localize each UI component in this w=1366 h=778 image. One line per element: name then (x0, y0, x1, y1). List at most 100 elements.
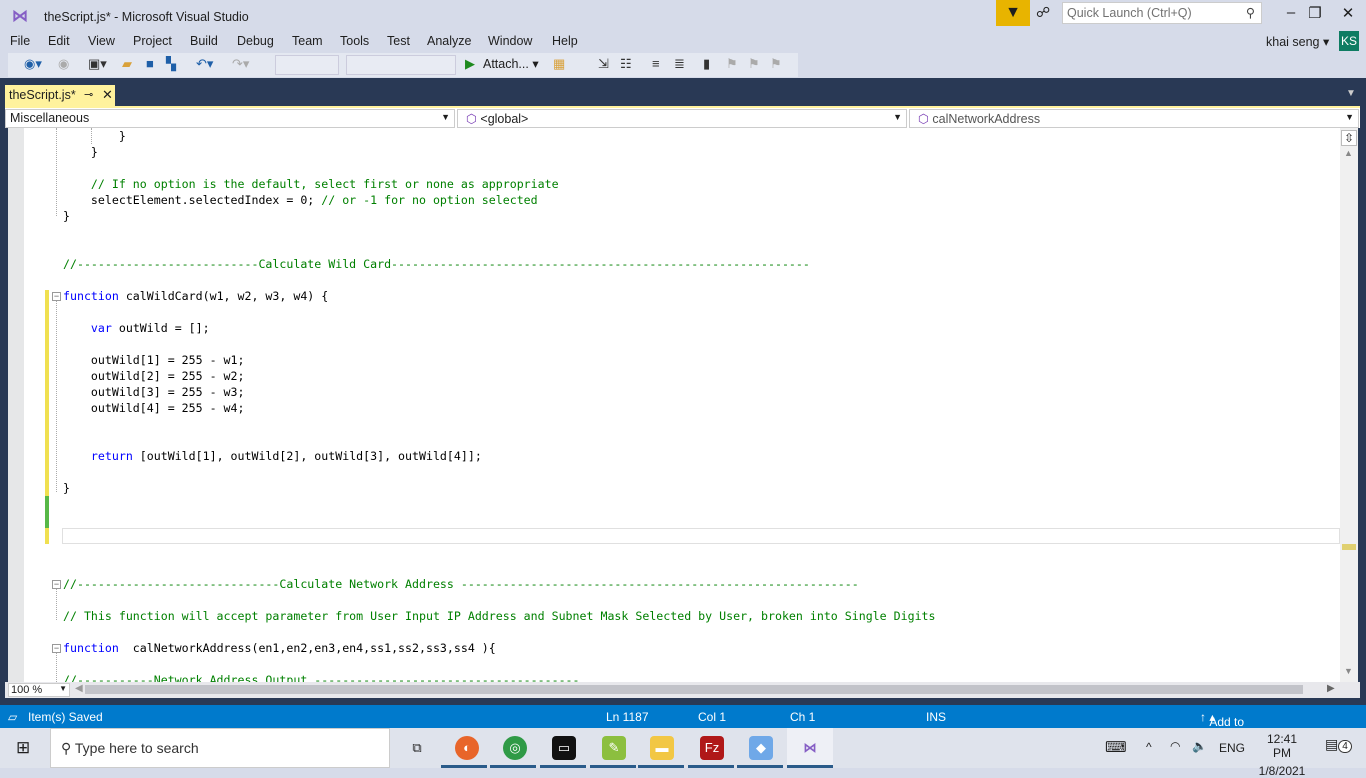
file-explorer-icon[interactable]: ▬ (650, 736, 674, 760)
open-file-icon[interactable]: ▰ (122, 56, 132, 72)
scroll-left-icon[interactable]: ◀ (75, 683, 83, 694)
visual-studio-taskbar-button[interactable]: ⋈ (787, 728, 833, 768)
wifi-icon[interactable]: ◠ (1170, 739, 1180, 753)
avatar[interactable]: KS (1339, 31, 1359, 51)
code-comment: // or -1 for no option selected (321, 193, 538, 207)
clock[interactable]: 12:41 PM 1/8/2021 (1257, 732, 1307, 778)
app-icon[interactable]: ◆ (749, 736, 773, 760)
code-text: selectElement.selectedIndex = 0; (63, 193, 322, 207)
origin-app-icon[interactable]: ◐ (455, 736, 479, 760)
code-keyword: var (90, 321, 112, 335)
close-button[interactable]: ✕ (1333, 4, 1363, 22)
menu-tools[interactable]: Tools (340, 34, 369, 48)
new-project-icon[interactable]: ▣▾ (88, 56, 107, 72)
menu-analyze[interactable]: Analyze (427, 34, 471, 48)
menu-debug[interactable]: Debug (237, 34, 274, 48)
collapse-icon[interactable]: − (52, 580, 61, 589)
task-view-icon[interactable]: ⧉ (405, 736, 429, 760)
code-line: //-----------Network Address Output ----… (63, 672, 580, 682)
volume-icon[interactable]: 🔈 (1192, 739, 1207, 753)
project-dropdown[interactable]: Miscellaneous ▼ (5, 109, 455, 128)
menu-help[interactable]: Help (552, 34, 578, 48)
feedback-icon[interactable]: ☍ (1036, 4, 1050, 21)
zoom-dropdown[interactable]: 100 % ▼ (8, 683, 70, 697)
split-editor-icon[interactable]: ⇳ (1341, 130, 1357, 146)
current-line-highlight (62, 528, 1340, 544)
menu-project[interactable]: Project (133, 34, 172, 48)
redo-icon[interactable]: ↷▾ (232, 56, 249, 72)
save-all-icon[interactable]: ▚ (166, 56, 176, 72)
code-editor[interactable]: − − − } } // If no option is the default… (8, 128, 1358, 682)
close-tab-icon[interactable]: ✕ (102, 87, 113, 103)
find-in-files-icon[interactable]: ▦ (553, 56, 565, 72)
step-into-icon[interactable]: ⇲ (598, 56, 609, 72)
menu-view[interactable]: View (88, 34, 115, 48)
code-keyword: return (90, 449, 133, 463)
bookmark-icon[interactable]: ▮ (703, 56, 710, 72)
attach-button[interactable]: Attach... ▾ (483, 56, 539, 71)
collapse-icon[interactable]: − (52, 292, 61, 301)
tab-overflow-icon[interactable]: ▼ (1346, 88, 1356, 99)
windows-start-icon[interactable]: ⊞ (16, 738, 30, 758)
menu-test[interactable]: Test (387, 34, 410, 48)
saved-change-bar (45, 496, 49, 528)
show-hidden-icons-chevron-icon[interactable]: ^ (1146, 740, 1152, 754)
code-line: return [outWild[1], outWild[2], outWild[… (63, 448, 482, 464)
code-line: outWild[2] = 255 - w2; (63, 368, 245, 384)
scroll-up-icon[interactable]: ▲ (1344, 148, 1353, 158)
start-icon[interactable]: ▶ (465, 56, 475, 72)
code-line: } (63, 128, 126, 144)
clock-time: 12:41 PM (1266, 732, 1298, 760)
notepad-icon[interactable]: ✎ (602, 736, 626, 760)
member-dropdown[interactable]: ⬡ calNetworkAddress ▼ (909, 109, 1359, 128)
touch-keyboard-icon[interactable]: ⌨ (1105, 738, 1127, 756)
solution-platform-dropdown[interactable] (346, 55, 456, 75)
code-comment: //-----------------------------Calculate… (63, 577, 859, 591)
collapse-icon[interactable]: − (52, 644, 61, 653)
uncomment-icon[interactable]: ≣ (674, 56, 685, 72)
zoom-level: 100 % (11, 684, 43, 696)
show-threads-icon[interactable]: ☷ (620, 56, 632, 72)
comment-icon[interactable]: ≡ (652, 56, 660, 71)
menu-file[interactable]: File (10, 34, 30, 48)
clear-bookmarks-icon[interactable]: ⚑ (770, 56, 782, 72)
code-line: function calNetworkAddress(en1,en2,en3,e… (63, 640, 496, 656)
next-bookmark-icon[interactable]: ⚑ (748, 56, 760, 72)
code-line: } (63, 208, 70, 224)
previous-bookmark-icon[interactable]: ⚑ (726, 56, 738, 72)
line-number: Ln 1187 (606, 710, 649, 724)
menu-edit[interactable]: Edit (48, 34, 70, 48)
solution-config-dropdown[interactable] (275, 55, 339, 75)
tab-thescript-js[interactable]: theScript.js* ⊸ ✕ (5, 85, 115, 106)
code-line: //--------------------------Calculate Wi… (63, 256, 810, 272)
action-center-icon[interactable]: ▤ 4 (1325, 736, 1352, 753)
save-icon[interactable]: ■ (146, 56, 154, 71)
terminal-icon[interactable]: ▭ (552, 736, 576, 760)
outline-guide (56, 588, 57, 620)
vertical-scrollbar[interactable]: ⇳ ▲ ▼ (1340, 128, 1358, 682)
undo-icon[interactable]: ↶▾ (196, 56, 213, 72)
scope-dropdown[interactable]: ⬡ <global> ▼ (457, 109, 907, 128)
chrome-icon[interactable]: ◎ (503, 736, 527, 760)
notifications-filter-icon[interactable]: ▼ (996, 0, 1030, 26)
horizontal-scrollbar[interactable]: 100 % ▼ ◀ ▶ (5, 682, 1360, 698)
source-control-button[interactable]: ↑ Add to Source Control ▴ (1200, 710, 1248, 757)
taskbar-search-box[interactable]: ⚲ Type here to search (50, 728, 390, 768)
scroll-down-icon[interactable]: ▼ (1344, 666, 1353, 676)
code-comment: // If no option is the default, select f… (63, 177, 559, 191)
menu-build[interactable]: Build (190, 34, 218, 48)
language-indicator[interactable]: ENG (1219, 741, 1245, 755)
filezilla-icon[interactable]: Fz (700, 736, 724, 760)
quick-launch-input[interactable]: Quick Launch (Ctrl+Q) ⚲ (1062, 2, 1262, 24)
horizontal-scroll-thumb[interactable] (85, 685, 1303, 694)
menu-window[interactable]: Window (488, 34, 532, 48)
menu-team[interactable]: Team (292, 34, 323, 48)
code-line: outWild[1] = 255 - w1; (63, 352, 245, 368)
navigate-forward-icon[interactable]: ◉ (58, 56, 69, 72)
scroll-right-icon[interactable]: ▶ (1327, 683, 1335, 694)
pin-icon[interactable]: ⊸ (84, 88, 93, 101)
navigate-back-icon[interactable]: ◉▾ (24, 56, 42, 72)
user-account-menu[interactable]: khai seng ▾ (1266, 34, 1329, 49)
restore-button[interactable]: ❐ (1300, 4, 1330, 22)
